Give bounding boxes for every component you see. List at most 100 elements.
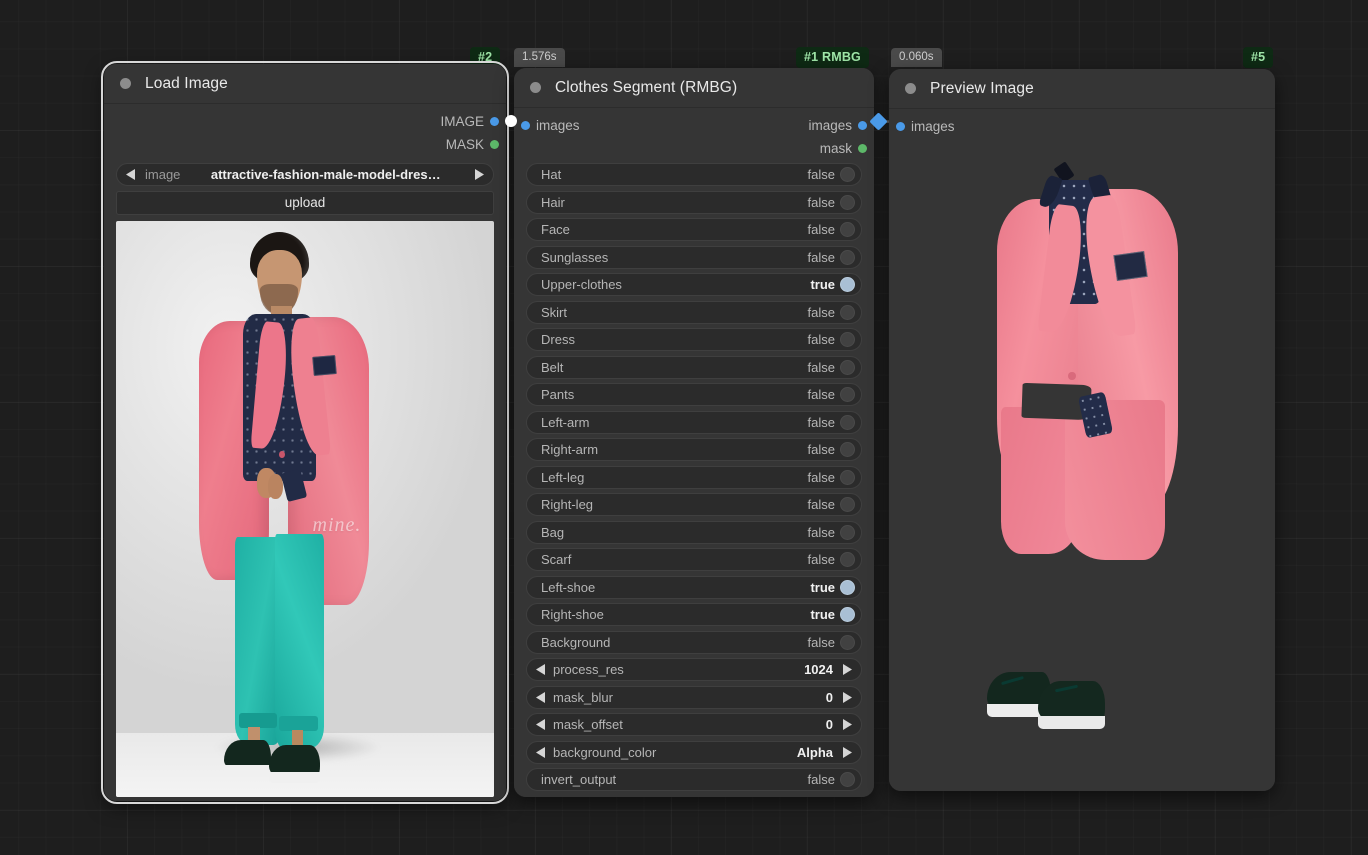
widget-value-scarf: false [807,552,835,567]
combo-next-arrow-icon[interactable] [839,686,855,709]
widget-toggle-bag[interactable]: Bag false [526,520,862,544]
widget-toggle-left-arm[interactable]: Left-arm false [526,410,862,434]
output-slot-mask[interactable]: MASK [104,133,506,156]
combo-next-arrow-icon[interactable] [471,163,487,186]
toggle-knob-icon[interactable] [840,497,855,512]
combo-prev-arrow-icon[interactable] [123,163,139,186]
output-dot-mask-icon[interactable] [858,144,867,153]
widget-combo-background-color[interactable]: background_color Alpha [526,740,862,764]
widget-value-sunglasses: false [807,249,835,265]
toggle-knob-icon[interactable] [840,222,855,237]
output-slot-mask-label: mask [819,141,852,156]
toggle-knob-icon[interactable] [840,552,855,567]
toggle-knob-icon[interactable] [840,607,855,622]
output-dot-image-icon[interactable] [490,117,499,126]
widget-label-mask-blur: mask_blur [553,689,613,705]
collapse-toggle-icon[interactable] [120,78,131,89]
widget-toggle-hair[interactable]: Hair false [526,190,862,214]
widget-label-hair: Hair [541,194,565,210]
toggle-knob-icon[interactable] [840,579,855,595]
widget-toggle-left-leg[interactable]: Left-leg false [526,465,862,489]
toggle-knob-icon[interactable] [840,277,855,292]
widget-toggle-upper-clothes[interactable]: Upper-clothes true [526,273,862,296]
widget-combo-mask-offset[interactable]: mask_offset 0 [526,713,862,736]
output-slot-image-label: IMAGE [440,114,484,129]
node-load-image[interactable]: Load Image IMAGE MASK image attractive-f… [101,61,509,804]
toggle-knob-icon[interactable] [840,359,855,375]
toggle-knob-icon[interactable] [840,634,855,650]
widget-toggle-belt[interactable]: Belt false [526,355,862,379]
node-preview-image[interactable]: Preview Image images [889,69,1275,791]
widget-combo-process-res[interactable]: process_res 1024 [526,658,862,681]
widget-toggle-hat[interactable]: Hat false [526,163,862,186]
combo-prev-arrow-icon[interactable] [533,658,549,681]
widget-value-skirt: false [807,304,835,320]
combo-next-arrow-icon[interactable] [839,658,855,681]
widget-label-invert-output: invert_output [541,772,617,787]
widget-label-background: Background [541,634,611,650]
widget-toggle-scarf[interactable]: Scarf false [526,548,862,571]
output-slot-mask[interactable]: mask [514,137,874,160]
load-image-preview[interactable]: mine. [116,220,494,797]
widget-toggle-right-arm[interactable]: Right-arm false [526,438,862,461]
node-time-badge-preview: 0.060s [891,48,942,67]
output-dot-mask-icon[interactable] [490,140,499,149]
widget-toggle-right-leg[interactable]: Right-leg false [526,493,862,516]
toggle-knob-icon[interactable] [840,167,855,182]
combo-prev-arrow-icon[interactable] [533,686,549,709]
widget-combo-mask-blur[interactable]: mask_blur 0 [526,685,862,709]
widget-toggle-right-shoe[interactable]: Right-shoe true [526,603,862,626]
collapse-toggle-icon[interactable] [905,83,916,94]
node-graph-canvas[interactable]: #2 Load Image IMAGE MASK image attractiv… [0,0,1368,855]
toggle-knob-icon[interactable] [840,304,855,320]
widget-toggle-background[interactable]: Background false [526,630,862,654]
preview-image-output[interactable] [889,138,1275,778]
widget-value-bag: false [807,524,835,540]
link-reroute-dot-load-to-rmbg[interactable] [505,115,517,127]
node-id-badge-preview: #5 [1243,47,1274,68]
node-header-preview-image[interactable]: Preview Image [889,69,1275,109]
node-title-rmbg: Clothes Segment (RMBG) [555,78,738,96]
combo-next-arrow-icon[interactable] [839,741,855,764]
widget-toggle-face[interactable]: Face false [526,218,862,241]
widget-toggle-pants[interactable]: Pants false [526,383,862,406]
input-slot-images[interactable]: images [889,115,1275,138]
toggle-knob-icon[interactable] [840,249,855,265]
widget-toggle-dress[interactable]: Dress false [526,328,862,351]
toggle-knob-icon[interactable] [840,524,855,540]
output-dot-images-icon[interactable] [858,121,867,130]
widget-image-combo[interactable]: image attractive-fashion-male-model-dres… [116,163,494,186]
combo-prev-arrow-icon[interactable] [533,741,549,764]
widget-label-scarf: Scarf [541,552,572,567]
widget-toggle-sunglasses[interactable]: Sunglasses false [526,245,862,269]
combo-next-arrow-icon[interactable] [839,713,855,736]
input-dot-images-icon[interactable] [521,121,530,130]
widget-image-label: image [145,167,181,182]
output-slot-image[interactable]: IMAGE [104,110,506,133]
collapse-toggle-icon[interactable] [530,82,541,93]
node-header-rmbg[interactable]: Clothes Segment (RMBG) [514,68,874,108]
node-clothes-segment-rmbg[interactable]: Clothes Segment (RMBG) images images mas… [514,68,874,797]
widget-value-upper-clothes: true [810,277,835,292]
toggle-knob-icon[interactable] [840,442,855,457]
widget-toggle-invert-output[interactable]: invert_output false [526,768,862,791]
widget-label-left-shoe: Left-shoe [541,579,596,595]
toggle-knob-icon[interactable] [840,772,855,787]
toggle-knob-icon[interactable] [840,469,855,485]
upload-button[interactable]: upload [116,190,494,215]
widget-value-process-res: 1024 [804,662,833,677]
toggle-knob-icon[interactable] [840,332,855,347]
input-dot-images-icon[interactable] [896,122,905,131]
node-header-load-image[interactable]: Load Image [104,64,506,104]
slot-row-images[interactable]: images images [514,114,874,137]
widget-label-upper-clothes: Upper-clothes [541,277,622,292]
toggle-knob-icon[interactable] [840,387,855,402]
widget-label-right-shoe: Right-shoe [541,607,604,622]
widget-toggle-skirt[interactable]: Skirt false [526,300,862,324]
widget-label-skirt: Skirt [541,304,567,320]
toggle-knob-icon[interactable] [840,414,855,430]
combo-prev-arrow-icon[interactable] [533,713,549,736]
widget-value-left-leg: false [807,469,835,485]
toggle-knob-icon[interactable] [840,194,855,210]
widget-toggle-left-shoe[interactable]: Left-shoe true [526,575,862,599]
